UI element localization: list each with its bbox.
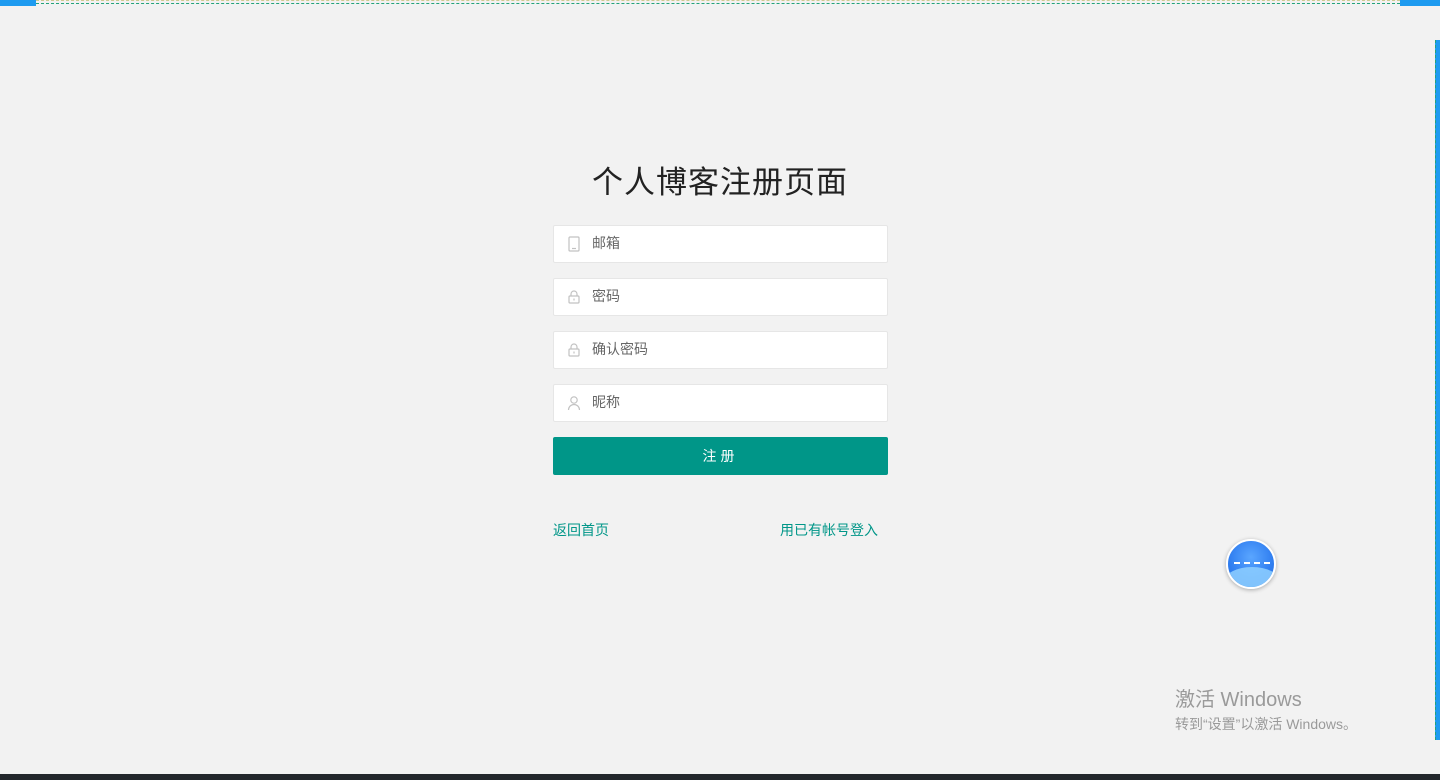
- email-field[interactable]: [553, 225, 888, 263]
- ball-dots-decoration: [1234, 562, 1270, 567]
- register-button[interactable]: 注册: [553, 437, 888, 475]
- lock-icon: [566, 342, 582, 358]
- lock-icon: [566, 289, 582, 305]
- password-input[interactable]: [592, 279, 877, 315]
- right-frame-edge: [1435, 40, 1440, 740]
- email-input[interactable]: [592, 226, 877, 262]
- watermark-line1: 激活 Windows: [1175, 689, 1302, 711]
- back-home-link[interactable]: 返回首页: [553, 520, 609, 540]
- confirm-password-input[interactable]: [592, 332, 877, 368]
- user-icon: [566, 395, 582, 411]
- register-page: 个人博客注册页面 邮箱 昵称 注册 返回首页 用已有帐号登入 激活 Window…: [0, 0, 1440, 780]
- guide-line-green: [36, 3, 1400, 4]
- confirm-password-field[interactable]: [553, 331, 888, 369]
- nickname-input[interactable]: [592, 385, 877, 421]
- nickname-field[interactable]: [553, 384, 888, 422]
- top-frame-strip: [0, 0, 1440, 6]
- taskbar-strip: [0, 774, 1440, 780]
- watermark-line2: 转到“设置”以激活 Windows。: [1175, 716, 1358, 732]
- login-existing-link[interactable]: 用已有帐号登入: [780, 520, 878, 540]
- floating-assistant-ball[interactable]: [1226, 539, 1276, 589]
- cellphone-icon: [566, 236, 582, 252]
- password-field[interactable]: [553, 278, 888, 316]
- frame-corner-left: [0, 0, 36, 6]
- ball-wave-decoration: [1228, 567, 1274, 587]
- page-title: 个人博客注册页面: [592, 164, 848, 201]
- windows-activation-watermark: 激活 Windows 转到“设置”以激活 Windows。: [1175, 688, 1357, 734]
- guide-line-yellow: [36, 0, 1400, 1]
- frame-corner-right: [1400, 0, 1440, 6]
